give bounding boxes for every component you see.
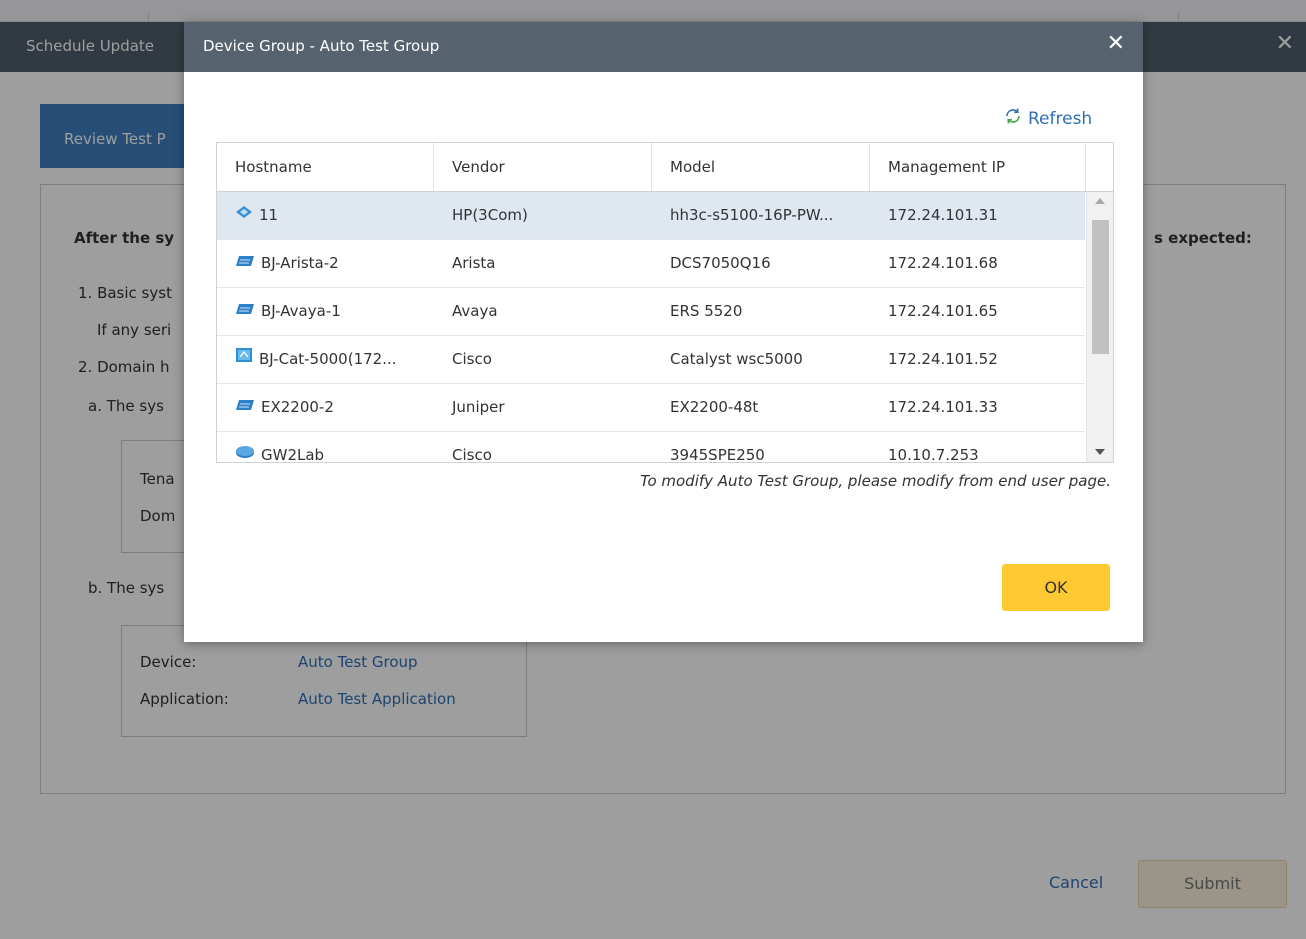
hostname-cell: 11: [217, 192, 434, 239]
dialog-header: Device Group - Auto Test Group ✕: [184, 22, 1143, 72]
model-cell: 3945SPE250: [670, 446, 765, 463]
table-row[interactable]: GW2Lab Cisco 3945SPE250 10.10.7.253: [217, 432, 1085, 463]
vendor-cell: Juniper: [452, 398, 505, 416]
hostname-cell: BJ-Arista-2: [217, 240, 434, 287]
ip-cell: 172.24.101.65: [888, 302, 998, 320]
ip-cell: 172.24.101.31: [888, 206, 998, 224]
table-body: 11 HP(3Com) hh3c-s5100-16P-PW... 172.24.…: [217, 192, 1085, 463]
hostname-text: EX2200-2: [261, 398, 334, 416]
dialog-title: Device Group - Auto Test Group: [203, 37, 440, 55]
table-row[interactable]: BJ-Avaya-1 Avaya ERS 5520 172.24.101.65: [217, 288, 1085, 336]
switch-icon: [235, 384, 255, 430]
refresh-icon: [1004, 107, 1022, 130]
vendor-cell: Cisco: [452, 350, 492, 368]
hostname-text: BJ-Arista-2: [261, 254, 339, 272]
modify-note: To modify Auto Test Group, please modify…: [640, 472, 1111, 490]
ip-cell: 172.24.101.68: [888, 254, 998, 272]
scroll-up-arrow-icon[interactable]: [1095, 198, 1105, 204]
model-cell: Catalyst wsc5000: [670, 350, 803, 368]
vendor-cell: Avaya: [452, 302, 498, 320]
hostname-text: BJ-Cat-5000(172...: [259, 350, 397, 368]
vendor-cell: HP(3Com): [452, 206, 528, 224]
close-icon[interactable]: ✕: [1107, 33, 1125, 55]
hostname-cell: BJ-Avaya-1: [217, 288, 434, 335]
refresh-label: Refresh: [1028, 108, 1093, 129]
switch-icon: [235, 288, 255, 334]
table-row[interactable]: 11 HP(3Com) hh3c-s5100-16P-PW... 172.24.…: [217, 192, 1085, 240]
column-header-management-ip[interactable]: Management IP: [870, 143, 1086, 191]
hp-device-icon: [235, 192, 253, 238]
vendor-cell: Cisco: [452, 446, 492, 463]
model-cell: ERS 5520: [670, 302, 743, 320]
ip-cell: 172.24.101.52: [888, 350, 998, 368]
hostname-text: GW2Lab: [261, 446, 325, 463]
table-row[interactable]: BJ-Arista-2 Arista DCS7050Q16 172.24.101…: [217, 240, 1085, 288]
router-icon: [235, 432, 255, 462]
vendor-cell: Arista: [452, 254, 496, 272]
table-scrollbar[interactable]: [1086, 192, 1113, 462]
model-cell: DCS7050Q16: [670, 254, 771, 272]
scroll-down-arrow-icon[interactable]: [1095, 449, 1105, 455]
hostname-cell: EX2200-2: [217, 384, 434, 431]
ip-cell: 172.24.101.33: [888, 398, 998, 416]
table-row[interactable]: BJ-Cat-5000(172... Cisco Catalyst wsc500…: [217, 336, 1085, 384]
l3-switch-icon: [235, 336, 253, 382]
ok-button[interactable]: OK: [1002, 564, 1110, 611]
device-table: Hostname Vendor Model Management IP 11 H…: [216, 142, 1114, 463]
table-header: Hostname Vendor Model Management IP: [217, 143, 1113, 192]
scrollbar-thumb[interactable]: [1092, 220, 1109, 354]
model-cell: EX2200-48t: [670, 398, 759, 416]
hostname-cell: BJ-Cat-5000(172...: [217, 336, 434, 383]
column-header-model[interactable]: Model: [652, 143, 870, 191]
hostname-text: BJ-Avaya-1: [261, 302, 341, 320]
device-group-dialog: Device Group - Auto Test Group ✕ Refresh…: [184, 22, 1143, 642]
column-header-vendor[interactable]: Vendor: [434, 143, 652, 191]
hostname-cell: GW2Lab: [217, 432, 434, 463]
refresh-button[interactable]: Refresh: [1004, 107, 1092, 130]
hostname-text: 11: [259, 206, 279, 224]
column-header-hostname[interactable]: Hostname: [217, 143, 434, 191]
ip-cell: 10.10.7.253: [888, 446, 979, 463]
table-row[interactable]: EX2200-2 Juniper EX2200-48t 172.24.101.3…: [217, 384, 1085, 432]
switch-icon: [235, 240, 255, 286]
model-cell: hh3c-s5100-16P-PW...: [670, 206, 834, 224]
